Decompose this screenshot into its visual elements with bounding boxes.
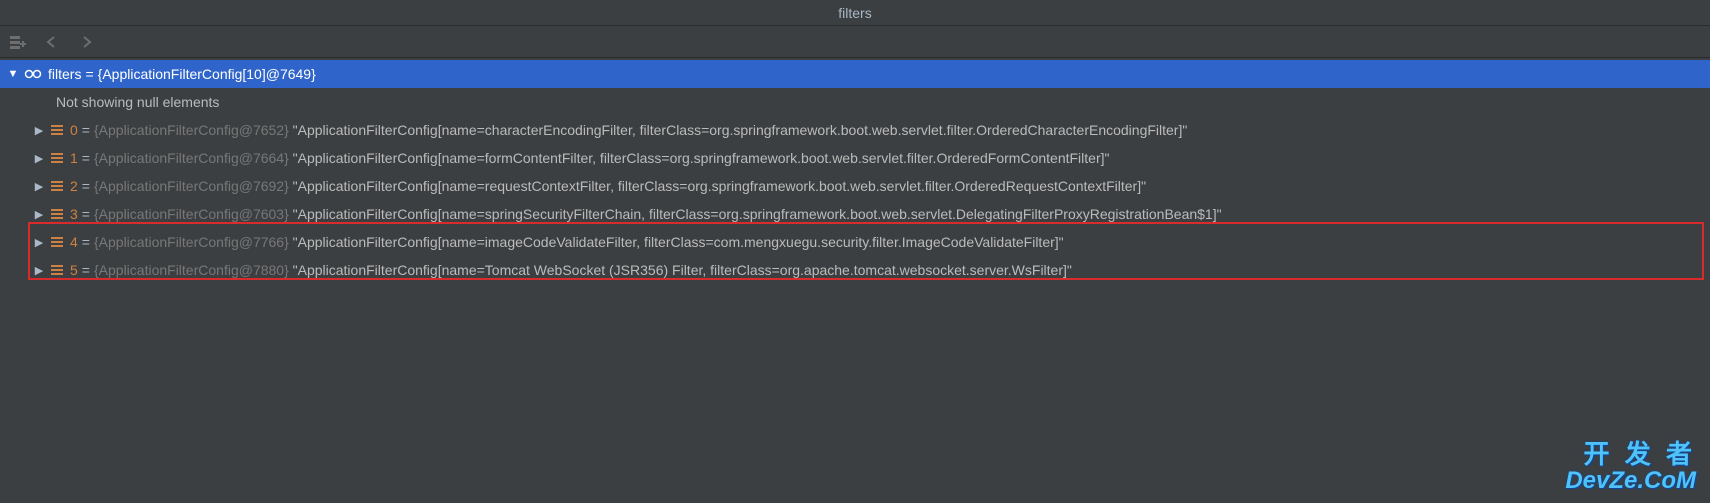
item-type: {ApplicationFilterConfig@7652}	[94, 122, 289, 138]
item-type: {ApplicationFilterConfig@7664}	[94, 150, 289, 166]
watermark-cn: 开 发 者	[1565, 441, 1696, 468]
item-value: "ApplicationFilterConfig[name=formConten…	[293, 150, 1110, 166]
item-index: 2	[70, 178, 78, 194]
tree-item-row[interactable]: ▶ 4 = {ApplicationFilterConfig@7766} "Ap…	[0, 228, 1710, 256]
tree-root-row[interactable]: ▼ filters = {ApplicationFilterConfig[10]…	[0, 60, 1710, 88]
variables-tree: ▼ filters = {ApplicationFilterConfig[10]…	[0, 58, 1710, 286]
watch-glasses-icon	[24, 68, 42, 80]
equals-sign: =	[85, 66, 93, 82]
tree-item-row[interactable]: ▶ 2 = {ApplicationFilterConfig@7692} "Ap…	[0, 172, 1710, 200]
toolbar	[0, 26, 1710, 58]
equals-sign: =	[82, 150, 90, 166]
tree-item-row[interactable]: ▶ 1 = {ApplicationFilterConfig@7664} "Ap…	[0, 144, 1710, 172]
root-var-name: filters	[48, 66, 81, 82]
tree-item-row[interactable]: ▶ 5 = {ApplicationFilterConfig@7880} "Ap…	[0, 256, 1710, 284]
item-value: "ApplicationFilterConfig[name=characterE…	[293, 122, 1188, 138]
watermark-en: DevZe.CoM	[1565, 468, 1696, 493]
object-list-icon	[50, 123, 64, 137]
item-index: 1	[70, 150, 78, 166]
null-message: Not showing null elements	[56, 94, 219, 110]
expand-arrow-icon[interactable]: ▶	[32, 208, 46, 221]
item-type: {ApplicationFilterConfig@7603}	[94, 206, 289, 222]
item-index: 5	[70, 262, 78, 278]
watermark: 开 发 者 DevZe.CoM	[1565, 441, 1696, 493]
item-index: 4	[70, 234, 78, 250]
object-list-icon	[50, 263, 64, 277]
expand-arrow-icon[interactable]: ▶	[32, 152, 46, 165]
collapse-arrow-icon[interactable]: ▼	[6, 68, 20, 80]
back-arrow-icon[interactable]	[42, 32, 62, 52]
equals-sign: =	[82, 234, 90, 250]
item-type: {ApplicationFilterConfig@7880}	[94, 262, 289, 278]
expand-arrow-icon[interactable]: ▶	[32, 124, 46, 137]
forward-arrow-icon[interactable]	[76, 32, 96, 52]
item-type: {ApplicationFilterConfig@7692}	[94, 178, 289, 194]
object-list-icon	[50, 207, 64, 221]
root-type: {ApplicationFilterConfig[10]@7649}	[98, 66, 316, 82]
tree-item-row[interactable]: ▶ 0 = {ApplicationFilterConfig@7652} "Ap…	[0, 116, 1710, 144]
object-list-icon	[50, 235, 64, 249]
tree-item-row[interactable]: ▶ 3 = {ApplicationFilterConfig@7603} "Ap…	[0, 200, 1710, 228]
expand-arrow-icon[interactable]: ▶	[32, 264, 46, 277]
object-list-icon	[50, 151, 64, 165]
new-watch-icon[interactable]	[8, 32, 28, 52]
expand-arrow-icon[interactable]: ▶	[32, 180, 46, 193]
item-value: "ApplicationFilterConfig[name=imageCodeV…	[293, 234, 1064, 250]
equals-sign: =	[82, 206, 90, 222]
item-value: "ApplicationFilterConfig[name=requestCon…	[293, 178, 1146, 194]
item-index: 0	[70, 122, 78, 138]
null-message-row: Not showing null elements	[0, 88, 1710, 116]
window-title: filters	[0, 0, 1710, 26]
expand-arrow-icon[interactable]: ▶	[32, 236, 46, 249]
item-value: "ApplicationFilterConfig[name=springSecu…	[293, 206, 1222, 222]
item-value: "ApplicationFilterConfig[name=Tomcat Web…	[293, 262, 1072, 278]
item-type: {ApplicationFilterConfig@7766}	[94, 234, 289, 250]
equals-sign: =	[82, 262, 90, 278]
equals-sign: =	[82, 178, 90, 194]
equals-sign: =	[82, 122, 90, 138]
object-list-icon	[50, 179, 64, 193]
item-index: 3	[70, 206, 78, 222]
